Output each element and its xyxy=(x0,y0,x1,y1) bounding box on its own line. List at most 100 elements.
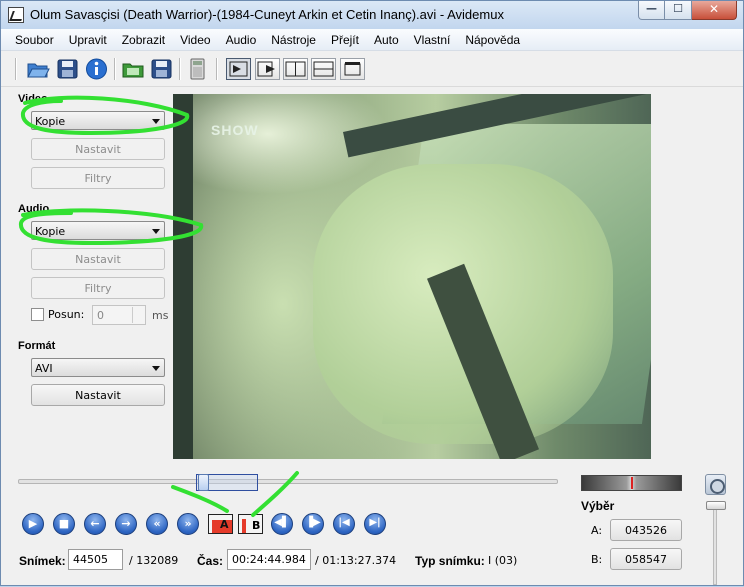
chevron-down-icon xyxy=(152,229,160,234)
avidemux-app-icon xyxy=(8,7,24,23)
menu-bar: Soubor Upravit Zobrazit Video Audio Nást… xyxy=(1,29,743,51)
frame-input[interactable]: 44505 xyxy=(68,549,123,570)
open-video-icon[interactable] xyxy=(121,57,146,81)
menu-audio[interactable]: Audio xyxy=(218,29,264,50)
audio-shift-unit: ms xyxy=(152,309,169,322)
single-view-button[interactable] xyxy=(340,58,365,80)
save-icon[interactable] xyxy=(55,57,80,81)
maximize-icon: ☐ xyxy=(673,2,683,15)
input-preview-icon xyxy=(229,61,248,77)
stop-button[interactable]: ■ xyxy=(53,513,75,535)
video-logo-text: SHOW xyxy=(211,122,259,138)
goto-b-icon: ▐▶ xyxy=(305,517,321,528)
chevron-down-icon xyxy=(152,366,160,371)
audio-filters-button[interactable]: Filtry xyxy=(31,277,165,299)
audio-shift-label: Posun: xyxy=(48,308,85,321)
timeline-thumb[interactable] xyxy=(198,474,209,491)
next-keyframe-button[interactable]: » xyxy=(177,513,199,535)
set-marker-b-button[interactable]: B xyxy=(238,514,263,534)
spin-down-icon[interactable] xyxy=(132,315,144,323)
audio-codec-value: Kopie xyxy=(35,225,66,238)
previous-keyframe-button[interactable]: « xyxy=(146,513,168,535)
spin-up-icon[interactable] xyxy=(132,307,144,315)
toolbar-separator xyxy=(114,58,116,80)
previous-frame-button[interactable]: ← xyxy=(84,513,106,535)
toolbar-separator xyxy=(216,58,218,80)
goto-marker-a-button[interactable]: ◀▌ xyxy=(271,513,293,535)
maximize-button[interactable]: ☐ xyxy=(665,1,692,20)
single-view-icon xyxy=(344,62,361,76)
audio-shift-spinbox[interactable]: 0 xyxy=(92,305,146,325)
audio-shift-checkbox[interactable] xyxy=(31,308,44,321)
audio-codec-select[interactable]: Kopie xyxy=(31,221,165,240)
menu-prejit[interactable]: Přejít xyxy=(323,29,366,50)
set-marker-a-button[interactable]: A xyxy=(208,514,233,534)
menu-napoveda[interactable]: Nápověda xyxy=(457,29,527,50)
menu-nastroje[interactable]: Nástroje xyxy=(263,29,323,50)
output-preview-button[interactable] xyxy=(255,58,280,80)
skip-forward-icon: ▶| xyxy=(369,517,381,528)
avidemux-window: Olum Savasçisi (Death Warrior)-(1984-Cun… xyxy=(0,0,744,586)
play-button[interactable]: ▶ xyxy=(22,513,44,535)
volume-icon[interactable] xyxy=(705,474,726,495)
input-preview-button[interactable] xyxy=(226,58,251,80)
close-button[interactable]: ✕ xyxy=(692,1,737,20)
menu-vlastni[interactable]: Vlastní xyxy=(406,29,458,50)
frame-total: / 132089 xyxy=(129,554,179,567)
toolbar-separator xyxy=(179,58,181,80)
format-configure-button[interactable]: Nastavit xyxy=(31,384,165,406)
menu-zobrazit[interactable]: Zobrazit xyxy=(114,29,172,50)
menu-video[interactable]: Video xyxy=(172,29,217,50)
selection-a-label: A: xyxy=(591,524,603,537)
stop-icon: ■ xyxy=(58,517,70,530)
fast-forward-icon: » xyxy=(184,517,192,530)
format-select[interactable]: AVI xyxy=(31,358,165,377)
selection-a-button[interactable]: 043526 xyxy=(610,519,682,541)
video-configure-button[interactable]: Nastavit xyxy=(31,138,165,160)
next-frame-button[interactable]: → xyxy=(115,513,137,535)
video-preview: SHOW xyxy=(173,94,651,459)
meter-needle xyxy=(631,477,633,489)
goto-marker-b-button[interactable]: ▐▶ xyxy=(302,513,324,535)
arrow-left-icon: ← xyxy=(90,517,100,530)
selection-b-button[interactable]: 058547 xyxy=(610,548,682,570)
selection-b-label: B: xyxy=(591,553,603,566)
toolbar xyxy=(1,52,743,87)
side-by-side-button[interactable] xyxy=(283,58,308,80)
time-label: Čas: xyxy=(197,554,224,568)
menu-auto[interactable]: Auto xyxy=(366,29,406,50)
top-bottom-button[interactable] xyxy=(311,58,336,80)
window-title: Olum Savasçisi (Death Warrior)-(1984-Cun… xyxy=(30,7,504,22)
menu-upravit[interactable]: Upravit xyxy=(61,29,114,50)
video-filters-button[interactable]: Filtry xyxy=(31,167,165,189)
volume-thumb[interactable] xyxy=(706,501,726,510)
frame-type-value: I (03) xyxy=(488,554,518,567)
next-black-frame-button[interactable]: ▶| xyxy=(364,513,386,535)
timeline-slider[interactable] xyxy=(18,479,558,484)
video-codec-value: Kopie xyxy=(35,115,66,128)
chevron-down-icon xyxy=(152,119,160,124)
skip-back-icon: |◀ xyxy=(338,517,350,528)
audio-shift-value: 0 xyxy=(97,309,104,322)
marker-a-label: A xyxy=(220,518,229,531)
time-input[interactable]: 00:24:44.984 xyxy=(227,549,311,570)
open-file-icon[interactable] xyxy=(26,57,51,81)
video-codec-select[interactable]: Kopie xyxy=(31,111,165,130)
calculator-icon[interactable] xyxy=(185,57,210,81)
volume-slider[interactable] xyxy=(713,509,717,585)
format-section-label: Formát xyxy=(18,340,56,352)
arrow-right-icon: → xyxy=(121,517,131,530)
previous-black-frame-button[interactable]: |◀ xyxy=(333,513,355,535)
output-preview-icon xyxy=(257,61,275,77)
minimize-button[interactable]: — xyxy=(638,1,665,20)
save-video-icon[interactable] xyxy=(149,57,174,81)
goto-a-icon: ◀▌ xyxy=(274,517,290,528)
menu-soubor[interactable]: Soubor xyxy=(7,29,61,50)
time-total: / 01:13:27.374 xyxy=(315,554,397,567)
minimize-icon: — xyxy=(646,2,657,15)
title-bar: Olum Savasçisi (Death Warrior)-(1984-Cun… xyxy=(1,1,743,29)
marker-b-label: B xyxy=(252,519,261,532)
window-controls: — ☐ ✕ xyxy=(638,1,737,20)
audio-configure-button[interactable]: Nastavit xyxy=(31,248,165,270)
info-icon[interactable] xyxy=(84,57,109,81)
